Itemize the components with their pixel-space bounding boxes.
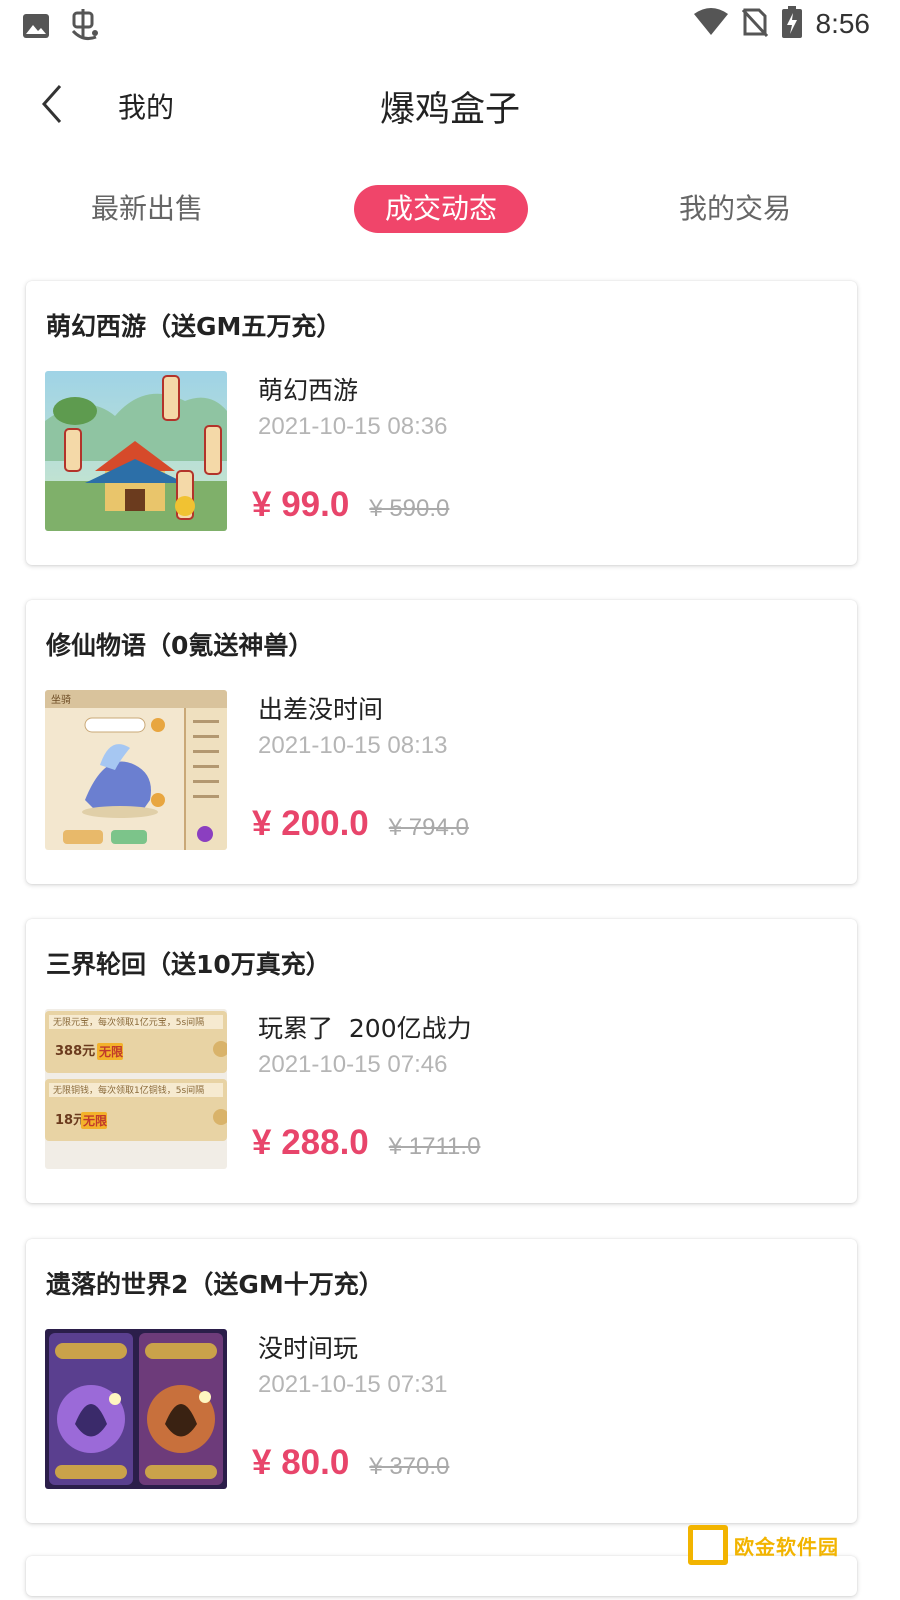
app-header: 我的 爆鸡盒子 bbox=[0, 62, 900, 148]
deal-card[interactable]: 修仙物语（0氪送神兽） 坐骑 出差没时间 2021-10-15 08:13 ¥ … bbox=[26, 600, 857, 884]
status-bar: 8:56 bbox=[0, 0, 900, 50]
deal-price: ¥ 80.0 bbox=[252, 1443, 350, 1482]
game-thumbnail bbox=[45, 1329, 227, 1489]
original-price: ¥ 794.0 bbox=[388, 814, 469, 841]
watermark-text: 欧金软件园 bbox=[734, 1534, 839, 1559]
no-sim-icon bbox=[741, 7, 768, 41]
game-title: 萌幻西游（送GM五万充） bbox=[46, 312, 342, 341]
seller-name: 萌幻西游 bbox=[258, 376, 359, 405]
thumb-text: 无限 bbox=[98, 1044, 123, 1059]
game-thumbnail: 坐骑 bbox=[45, 690, 227, 850]
thumb-text: 无限 bbox=[82, 1113, 107, 1128]
seller-name: 玩累了 200亿战力 bbox=[258, 1014, 472, 1043]
price-row: ¥ 99.0 ¥ 590.0 bbox=[252, 485, 449, 525]
game-thumbnail bbox=[45, 371, 227, 531]
deal-price: ¥ 288.0 bbox=[252, 1123, 369, 1162]
original-price: ¥ 590.0 bbox=[369, 495, 450, 522]
deal-time: 2021-10-15 08:13 bbox=[258, 732, 448, 759]
price-row: ¥ 80.0 ¥ 370.0 bbox=[252, 1443, 449, 1483]
deal-card[interactable]: 遗落的世界2（送GM十万充） 没时间玩 2021-10-15 07:31 ¥ 8… bbox=[26, 1239, 857, 1523]
deal-time: 2021-10-15 07:31 bbox=[258, 1371, 448, 1398]
thumb-text: 无限元宝，每次领取1亿元宝，5s间隔 bbox=[53, 1016, 204, 1028]
original-price: ¥ 1711.0 bbox=[388, 1133, 481, 1160]
seller-name: 没时间玩 bbox=[258, 1334, 359, 1363]
deal-price: ¥ 200.0 bbox=[252, 804, 369, 843]
tab-latest-sale[interactable]: 最新出售 bbox=[80, 185, 214, 233]
wifi-icon bbox=[693, 8, 728, 40]
price-row: ¥ 200.0 ¥ 794.0 bbox=[252, 804, 469, 844]
battery-charging-icon bbox=[781, 6, 802, 42]
deal-time: 2021-10-15 08:36 bbox=[258, 413, 448, 440]
page-title: 爆鸡盒子 bbox=[379, 90, 520, 130]
deal-price: ¥ 99.0 bbox=[252, 485, 350, 524]
tab-my-trades[interactable]: 我的交易 bbox=[668, 185, 802, 233]
original-price: ¥ 370.0 bbox=[369, 1453, 450, 1480]
watermark-logo-icon bbox=[688, 1525, 728, 1565]
thumb-text: 无限铜钱，每次领取1亿铜钱，5s间隔 bbox=[53, 1084, 204, 1096]
seller-name: 出差没时间 bbox=[258, 695, 384, 724]
game-title: 遗落的世界2（送GM十万充） bbox=[46, 1270, 384, 1299]
deal-card[interactable]: 三界轮回（送10万真充） 无限元宝，每次领取1亿元宝，5s间隔 无限铜钱，每次领… bbox=[26, 919, 857, 1203]
thumb-header-text: 坐骑 bbox=[51, 693, 71, 706]
game-title: 修仙物语（0氪送神兽） bbox=[46, 631, 314, 660]
game-thumbnail: 无限元宝，每次领取1亿元宝，5s间隔 无限铜钱，每次领取1亿铜钱，5s间隔 38… bbox=[45, 1009, 227, 1169]
deal-time: 2021-10-15 07:46 bbox=[258, 1051, 448, 1078]
price-row: ¥ 288.0 ¥ 1711.0 bbox=[252, 1123, 480, 1163]
image-icon bbox=[22, 13, 50, 43]
watermark: 欧金软件园 bbox=[688, 1523, 878, 1567]
deal-card[interactable]: 萌幻西游（送GM五万充） 萌幻西游 2021-10-15 08:36 ¥ 99.… bbox=[26, 281, 857, 565]
status-time: 8:56 bbox=[815, 8, 871, 39]
tab-deal-activity[interactable]: 成交动态 bbox=[354, 185, 528, 233]
game-title: 三界轮回（送10万真充） bbox=[46, 950, 331, 979]
tab-bar: 最新出售 成交动态 我的交易 bbox=[0, 185, 900, 233]
thumb-text: 388元 bbox=[55, 1044, 95, 1059]
bug-icon bbox=[68, 9, 100, 47]
